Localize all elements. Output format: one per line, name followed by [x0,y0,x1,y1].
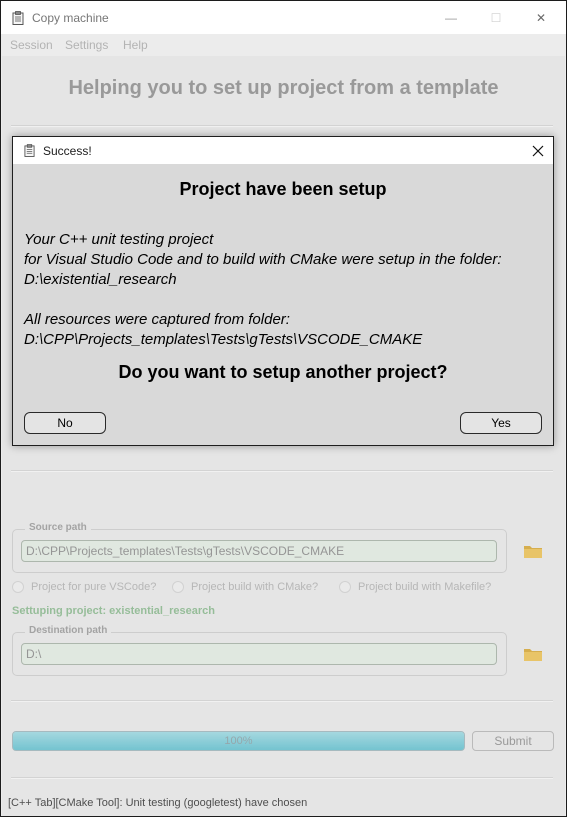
close-icon [532,145,544,157]
dialog-title-bar: Success! [13,137,553,164]
minimize-icon: — [445,10,457,25]
minimize-button[interactable]: — [428,1,474,34]
maximize-icon: ☐ [490,10,502,25]
menu-help[interactable]: Help [123,38,148,52]
message-line: D:\existential_research [24,271,177,288]
success-dialog: Success! Project have been setup Your C+… [12,136,554,446]
close-button[interactable]: ✕ [518,1,564,34]
dialog-close-button[interactable] [527,140,549,162]
message-line: D:\CPP\Projects_templates\Tests\gTests\V… [24,331,423,348]
clipboard-icon [12,11,24,25]
app-window: Copy machine — ☐ ✕ Session Settings Help… [0,0,567,817]
dialog-message: Your C++ unit testing project for Visual… [24,230,544,350]
yes-button[interactable]: Yes [460,412,542,434]
no-button[interactable]: No [24,412,106,434]
menu-bar: Session Settings Help [1,34,566,56]
dialog-heading: Project have been setup [179,179,387,199]
dialog-title: Success! [43,144,92,158]
message-line: Your C++ unit testing project [24,231,214,248]
message-line: for Visual Studio Code and to build with… [24,251,502,268]
menu-settings[interactable]: Settings [65,38,108,52]
maximize-button[interactable]: ☐ [473,1,519,34]
window-title: Copy machine [32,11,109,25]
close-icon: ✕ [535,10,547,25]
dialog-question: Do you want to setup another project? [118,362,448,382]
title-bar: Copy machine — ☐ ✕ [1,1,566,34]
message-line: All resources were captured from folder: [24,311,290,328]
menu-session[interactable]: Session [10,38,53,52]
clipboard-icon [24,144,35,157]
